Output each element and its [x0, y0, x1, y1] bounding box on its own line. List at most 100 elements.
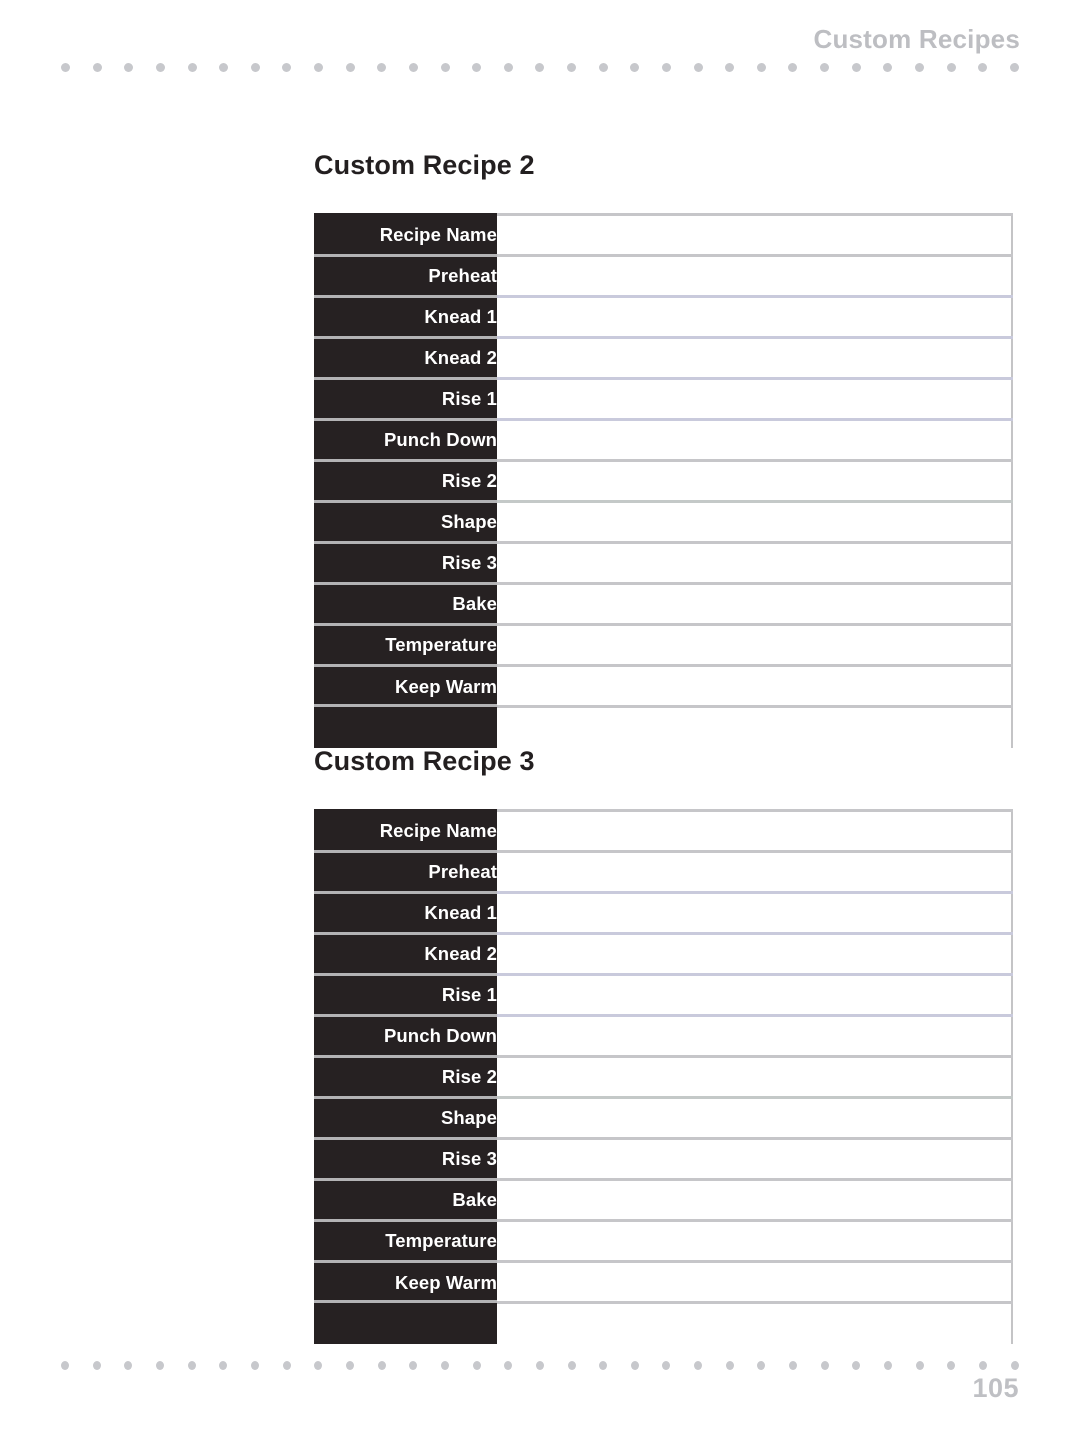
row-label: Rise 3 — [314, 541, 497, 584]
rule-dot — [725, 62, 735, 72]
rule-dot — [219, 62, 229, 72]
rule-dot — [377, 62, 387, 72]
page-title: Custom Recipe 3 — [314, 746, 535, 776]
rule-dot — [914, 62, 924, 72]
recipe-table: Recipe Name Preheat Knead 1 Knead 2 Rise 1 Pu… — [314, 213, 1013, 748]
rule-dot — [947, 1360, 956, 1370]
rule-dot — [756, 62, 766, 72]
row-value-field[interactable] — [497, 809, 1012, 852]
table-row: Bake — [314, 582, 1012, 625]
table-row: Shape — [314, 500, 1012, 543]
table-row: Keep Warm — [314, 664, 1012, 707]
table-row: Temperature — [314, 1219, 1012, 1262]
row-value-field[interactable] — [497, 973, 1012, 1016]
rule-dot — [155, 62, 165, 72]
rule-dot — [61, 62, 70, 72]
row-value-field[interactable] — [497, 254, 1012, 297]
row-label: Bake — [314, 1178, 497, 1221]
row-value-field[interactable] — [497, 295, 1012, 338]
row-label: Knead 2 — [314, 336, 497, 379]
rule-dot — [250, 62, 260, 72]
row-value-field[interactable] — [497, 541, 1012, 584]
row-value-field[interactable] — [497, 336, 1012, 379]
row-value-field[interactable] — [497, 664, 1012, 707]
row-label: Rise 2 — [314, 459, 497, 502]
row-label: Temperature — [314, 623, 497, 666]
table-row: Knead 1 — [314, 295, 1012, 338]
rule-dot — [979, 1360, 988, 1370]
row-label: Preheat — [314, 850, 497, 893]
recipe-table-body: Recipe Name Preheat Knead 1 Knead 2 Rise 1 Pu… — [314, 213, 1012, 748]
rule-dot — [61, 1360, 69, 1370]
table-bottom-rule-label-segment — [314, 703, 497, 748]
rule-dot — [282, 1360, 291, 1370]
row-label: Shape — [314, 500, 497, 543]
table-bottom-rule-value-segment — [497, 1301, 1012, 1344]
row-value-field[interactable] — [497, 623, 1012, 666]
rule-dot — [599, 1360, 608, 1370]
row-value-field[interactable] — [497, 891, 1012, 934]
table-row: Rise 2 — [314, 459, 1012, 502]
rule-dot — [187, 1360, 196, 1370]
row-value-field[interactable] — [497, 377, 1012, 420]
rule-dot — [946, 62, 956, 72]
row-label: Preheat — [314, 254, 497, 297]
page-title: Custom Recipe 2 — [314, 150, 535, 180]
row-label: Rise 1 — [314, 973, 497, 1016]
rule-dot — [503, 62, 513, 72]
row-value-field[interactable] — [497, 1178, 1012, 1221]
table-row: Rise 1 — [314, 973, 1012, 1016]
table-bottom-rule-label-segment — [314, 1299, 497, 1344]
rule-dot — [1009, 62, 1019, 72]
row-value-field[interactable] — [497, 1137, 1012, 1180]
header-dot-rule — [61, 62, 1019, 72]
rule-dot — [852, 1360, 861, 1370]
table-row: Rise 3 — [314, 541, 1012, 584]
rule-dot — [92, 1360, 101, 1370]
row-label: Temperature — [314, 1219, 497, 1262]
rule-dot — [693, 62, 703, 72]
row-label: Knead 1 — [314, 891, 497, 934]
row-label: Bake — [314, 582, 497, 625]
running-header-title: Custom Recipes — [813, 24, 1020, 54]
row-value-field[interactable] — [497, 850, 1012, 893]
row-label: Recipe Name — [314, 809, 497, 852]
rule-dot — [92, 62, 102, 72]
rule-dot — [504, 1360, 513, 1370]
row-value-field[interactable] — [497, 418, 1012, 461]
rule-dot — [851, 62, 861, 72]
row-label: Rise 1 — [314, 377, 497, 420]
row-label: Shape — [314, 1096, 497, 1139]
row-value-field[interactable] — [497, 213, 1012, 256]
rule-dot — [789, 1360, 798, 1370]
rule-dot — [345, 62, 355, 72]
row-value-field[interactable] — [497, 1055, 1012, 1098]
row-value-field[interactable] — [497, 459, 1012, 502]
rule-dot — [314, 62, 323, 72]
row-value-field[interactable] — [497, 1014, 1012, 1057]
row-value-field[interactable] — [497, 1219, 1012, 1262]
row-value-field[interactable] — [497, 500, 1012, 543]
rule-dot — [345, 1360, 354, 1370]
rule-dot — [915, 1360, 924, 1370]
table-row: Knead 2 — [314, 336, 1012, 379]
row-value-field[interactable] — [497, 582, 1012, 625]
table-row: Punch Down — [314, 418, 1012, 461]
rule-dot — [630, 62, 640, 72]
recipe-block-custom-recipe-2: Custom Recipe 2 Recipe Name Preheat Knead … — [314, 152, 1013, 748]
rule-dot — [820, 62, 829, 72]
rule-dot — [788, 62, 798, 72]
rule-dot — [124, 62, 134, 72]
row-value-field[interactable] — [497, 1260, 1012, 1303]
table-row: Recipe Name — [314, 213, 1012, 256]
row-value-field[interactable] — [497, 1096, 1012, 1139]
rule-dot — [472, 1360, 481, 1370]
rule-dot — [535, 62, 545, 72]
row-value-field[interactable] — [497, 932, 1012, 975]
table-row: Rise 3 — [314, 1137, 1012, 1180]
rule-dot — [187, 62, 197, 72]
table-row: Shape — [314, 1096, 1012, 1139]
table-row: Temperature — [314, 623, 1012, 666]
row-label: Knead 2 — [314, 932, 497, 975]
table-row: Knead 2 — [314, 932, 1012, 975]
